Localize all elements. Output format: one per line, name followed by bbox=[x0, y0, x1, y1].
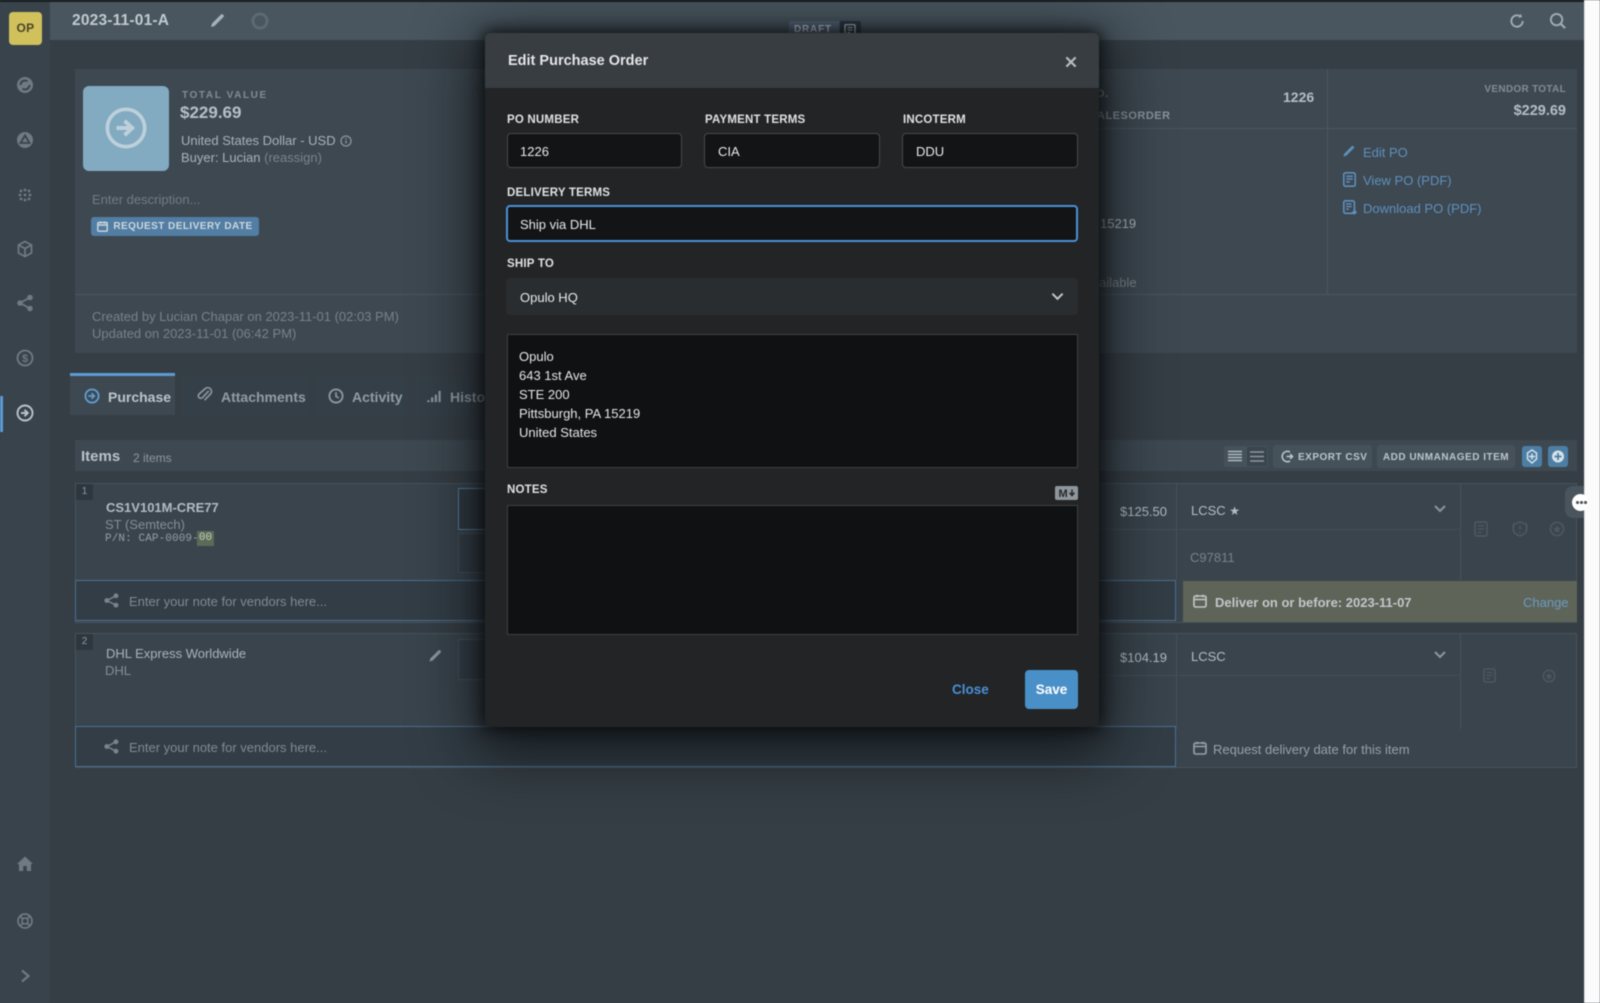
svg-text:M: M bbox=[1059, 488, 1068, 500]
svg-text:$: $ bbox=[22, 353, 28, 365]
